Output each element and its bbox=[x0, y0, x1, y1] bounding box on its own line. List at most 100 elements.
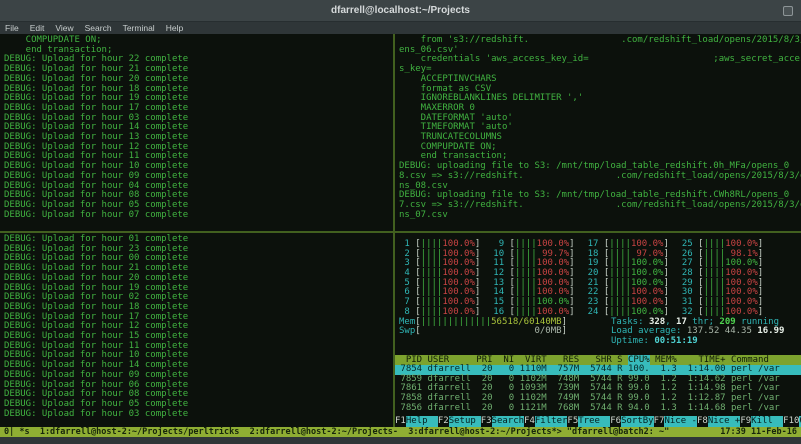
cpu-meter-part: |||| bbox=[704, 239, 726, 249]
fkey-search[interactable]: F3Search bbox=[481, 416, 524, 427]
cpu-meter-part: ] bbox=[663, 239, 668, 249]
cpu-meter-part: ] bbox=[758, 258, 763, 268]
process-row[interactable]: 7856 dfarrell 20 0 1121M 768M 5744 R 94.… bbox=[395, 404, 801, 414]
cpu-meter-part: [ bbox=[410, 287, 421, 297]
cpu-meter-part: |||| bbox=[704, 287, 726, 297]
cpu-meter-part: ] bbox=[475, 297, 480, 307]
text-segment: 16.99 bbox=[757, 326, 784, 336]
cpu-meter-part: |||| bbox=[609, 307, 631, 317]
menu-item-help[interactable]: Help bbox=[166, 23, 183, 33]
log-line: 7.csv => s3://redshift. .com/redshift_lo… bbox=[399, 201, 801, 211]
cpu-meter-part: |||| bbox=[515, 297, 537, 307]
fkey-help[interactable]: F1Help bbox=[395, 416, 438, 427]
cpu-meter-part: [ bbox=[410, 249, 421, 259]
text-segment: Mem bbox=[399, 317, 415, 327]
cpu-meter-part: ] bbox=[663, 278, 668, 288]
cpu-meter-part: [ bbox=[504, 297, 515, 307]
cpu-meter-part: ] bbox=[569, 249, 574, 259]
cpu-meter-part: 100.0% bbox=[537, 297, 570, 307]
cpu-meter-part: ] bbox=[569, 268, 574, 278]
cpu-meter-part: 100.0% bbox=[631, 268, 664, 278]
cpu-meter-part: 100.0% bbox=[537, 287, 570, 297]
cpu-meter-part: [ bbox=[693, 249, 704, 259]
cpu-meter-part: ] bbox=[758, 278, 763, 288]
cpu-meter-part: [ bbox=[598, 297, 609, 307]
cpu-meter-part: [ bbox=[693, 287, 704, 297]
menu-item-edit[interactable]: Edit bbox=[30, 23, 45, 33]
cpu-meter-part: 100.0% bbox=[631, 287, 664, 297]
text-segment: 44.35 bbox=[725, 326, 758, 336]
cpu-meter-part: ] bbox=[569, 258, 574, 268]
pane-top-right-log[interactable]: from 's3://redshift. .com/redshift_load/… bbox=[395, 34, 801, 231]
cpu-meter-part: 24 bbox=[588, 308, 599, 318]
fkey-number: F9 bbox=[740, 416, 751, 427]
menu-bar: File Edit View Search Terminal Help bbox=[0, 22, 801, 34]
cpu-meter-part: |||| bbox=[609, 278, 631, 288]
text-segment: 17 bbox=[676, 317, 687, 327]
text-segment: , bbox=[665, 317, 676, 327]
cpu-meter-part: |||| bbox=[421, 258, 443, 268]
cpu-meter-part: |||| bbox=[421, 249, 443, 259]
cpu-meter-part: ] bbox=[475, 278, 480, 288]
text-segment: 328 bbox=[649, 317, 665, 327]
close-icon[interactable] bbox=[783, 6, 793, 16]
cpu-meter-part: ] bbox=[475, 307, 480, 317]
fkey-quit[interactable]: F10Quit bbox=[783, 416, 801, 427]
cpu-meter-part: |||| bbox=[515, 307, 537, 317]
text-segment: ] bbox=[562, 317, 567, 327]
cpu-meter-part: 100.0% bbox=[725, 278, 758, 288]
fkey-label: Tree bbox=[578, 416, 610, 427]
cpu-meter-part: 100.0% bbox=[442, 258, 475, 268]
cpu-meter-part: [ bbox=[598, 258, 609, 268]
pane-divider-horizontal[interactable] bbox=[0, 231, 801, 233]
window-title: dfarrell@localhost:~/Projects bbox=[331, 5, 470, 16]
cpu-meter-part: [ bbox=[598, 287, 609, 297]
cpu-meter-part: [ bbox=[598, 239, 609, 249]
text-segment: 00:51:19 bbox=[654, 336, 697, 346]
log-line: from 's3://redshift. .com/redshift_load/… bbox=[399, 36, 801, 46]
cpu-meter-part: [ bbox=[410, 268, 421, 278]
cpu-meter-part: [ bbox=[504, 249, 515, 259]
cpu-meter-part: [ bbox=[693, 297, 704, 307]
cpu-meter-part: 100.0% bbox=[725, 239, 758, 249]
cpu-meter-part: |||| bbox=[515, 278, 537, 288]
fkey-tree[interactable]: F5Tree bbox=[567, 416, 610, 427]
window-bottom-edge bbox=[0, 437, 801, 444]
fkey-label: Nice + bbox=[708, 416, 741, 427]
text-segment: thr; bbox=[687, 317, 720, 327]
cpu-meter-part: [ bbox=[410, 278, 421, 288]
cpu-meter-part: ] bbox=[569, 278, 574, 288]
cpu-meter-part: 100.0% bbox=[631, 307, 664, 317]
text-segment: 0/0MB bbox=[421, 326, 562, 336]
cpu-meter-part: ] bbox=[475, 258, 480, 268]
terminal-window: dfarrell@localhost:~/Projects File Edit Vi… bbox=[0, 0, 801, 444]
cpu-meter-part: [ bbox=[504, 258, 515, 268]
fkey-number: F10 bbox=[783, 416, 799, 427]
fkey-setup[interactable]: F2Setup bbox=[438, 416, 481, 427]
fkey-sortby[interactable]: F6SortBy bbox=[610, 416, 653, 427]
pane-top-left-log[interactable]: COMPUPDATE ON; end transaction;DEBUG: Up… bbox=[0, 34, 393, 231]
menu-item-view[interactable]: View bbox=[55, 23, 73, 33]
pane-htop[interactable]: 1 [||||100.0%]2 [||||100.0%]3 [||||100.0… bbox=[395, 233, 801, 427]
fkey-kill[interactable]: F9Kill bbox=[740, 416, 783, 427]
cpu-meter-part: 100.0% bbox=[442, 278, 475, 288]
cpu-meter-part: [ bbox=[598, 278, 609, 288]
cpu-meter-part: ] bbox=[758, 268, 763, 278]
cpu-meter-part: ] bbox=[475, 249, 480, 259]
cpu-meter-part: |||| bbox=[421, 297, 443, 307]
pane-bottom-left-log[interactable]: DEBUG: Upload for hour 01 completeDEBUG:… bbox=[0, 233, 393, 427]
menu-item-file[interactable]: File bbox=[5, 23, 19, 33]
cpu-meter-part: |||| bbox=[704, 278, 726, 288]
fkey-nice-[interactable]: F8Nice + bbox=[697, 416, 740, 427]
fkey-label: Kill bbox=[751, 416, 783, 427]
menu-item-search[interactable]: Search bbox=[85, 23, 112, 33]
fkey-nice-[interactable]: F7Nice - bbox=[654, 416, 697, 427]
cpu-meter-part: 100.0% bbox=[442, 239, 475, 249]
cpu-meter-part: 100.0% bbox=[725, 297, 758, 307]
log-line: credentials 'aws_access_key_id= ;aws_sec… bbox=[399, 55, 801, 65]
cpu-meter-part: ] bbox=[663, 258, 668, 268]
fkey-number: F3 bbox=[481, 416, 492, 427]
title-bar: dfarrell@localhost:~/Projects bbox=[0, 0, 801, 22]
fkey-filter[interactable]: F4Filter bbox=[524, 416, 567, 427]
menu-item-terminal[interactable]: Terminal bbox=[123, 23, 155, 33]
